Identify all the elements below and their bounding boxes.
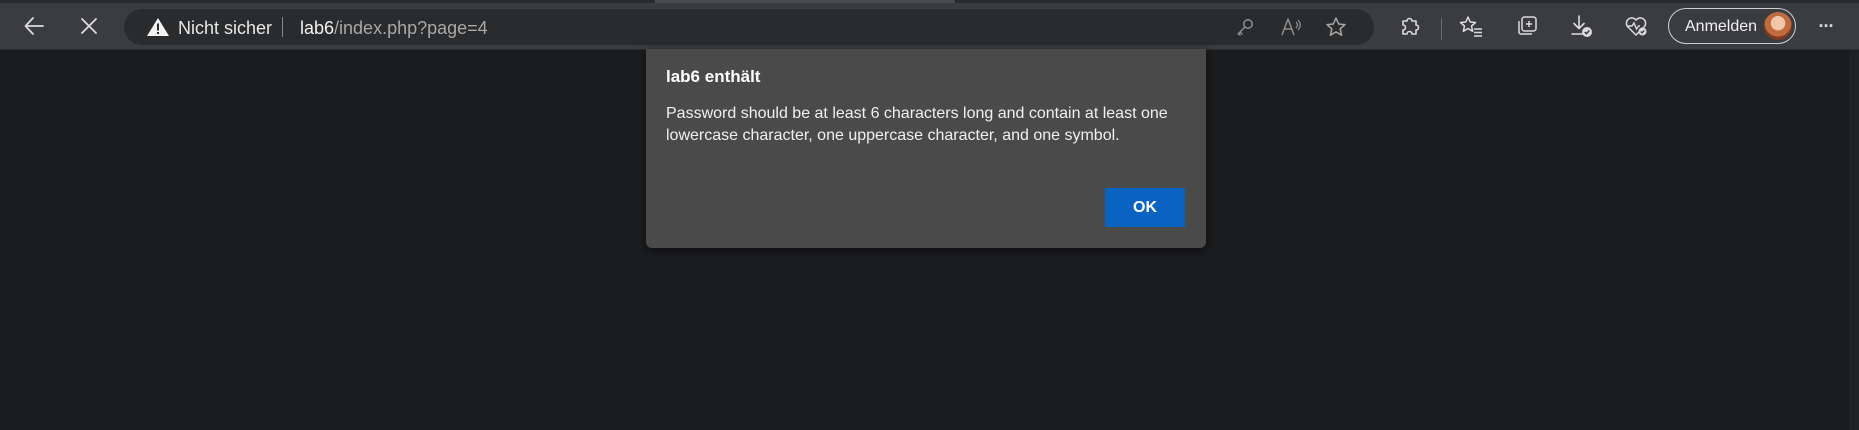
sign-in-label: Anmelden: [1685, 18, 1758, 35]
page-scrollbar[interactable]: [1849, 50, 1859, 430]
sign-in-button[interactable]: Anmelden: [1668, 8, 1796, 44]
alert-dialog: lab6 enthält Password should be at least…: [646, 49, 1206, 248]
key-icon: [1237, 19, 1253, 36]
security-status-label[interactable]: Nicht sicher: [178, 18, 272, 39]
favorites-icon: [1459, 16, 1482, 37]
dialog-message: Password should be at least 6 characters…: [666, 105, 1168, 144]
star-icon: [1326, 17, 1346, 36]
back-arrow-icon: [24, 17, 44, 35]
download-icon: [1571, 15, 1592, 37]
stop-x-icon: [81, 18, 97, 34]
puzzle-icon: [1402, 17, 1420, 35]
read-aloud-icon: [1281, 18, 1301, 36]
browser-toolbar: Nicht sicher lab6/index.php?page=4 Anmel…: [0, 3, 1859, 50]
back-button[interactable]: [16, 10, 52, 42]
collections-button[interactable]: [1509, 10, 1545, 42]
url-text[interactable]: lab6/index.php?page=4: [300, 18, 488, 39]
more-menu-button[interactable]: ···: [1808, 10, 1844, 42]
stop-loading-button[interactable]: [71, 10, 107, 42]
warning-icon[interactable]: [146, 17, 170, 37]
dialog-title: lab6 enthält: [666, 67, 761, 86]
downloads-button[interactable]: [1563, 10, 1599, 42]
avatar: [1764, 12, 1792, 40]
read-aloud-button[interactable]: [1278, 15, 1304, 39]
collections-icon: [1518, 16, 1537, 35]
more-icon: ···: [1818, 15, 1835, 36]
add-favorite-button[interactable]: [1323, 15, 1349, 39]
ok-button[interactable]: OK: [1105, 188, 1185, 227]
favorites-button[interactable]: [1453, 10, 1489, 42]
address-bar[interactable]: Nicht sicher lab6/index.php?page=4: [124, 9, 1374, 45]
url-path: /index.php?page=4: [334, 18, 488, 38]
url-host: lab6: [300, 18, 335, 38]
extensions-button[interactable]: [1392, 10, 1428, 42]
password-key-button[interactable]: [1232, 15, 1258, 39]
heart-pulse-icon: [1625, 17, 1647, 36]
address-separator: [282, 17, 283, 37]
browser-essentials-button[interactable]: [1618, 10, 1654, 42]
toolbar-divider: [1441, 18, 1442, 40]
